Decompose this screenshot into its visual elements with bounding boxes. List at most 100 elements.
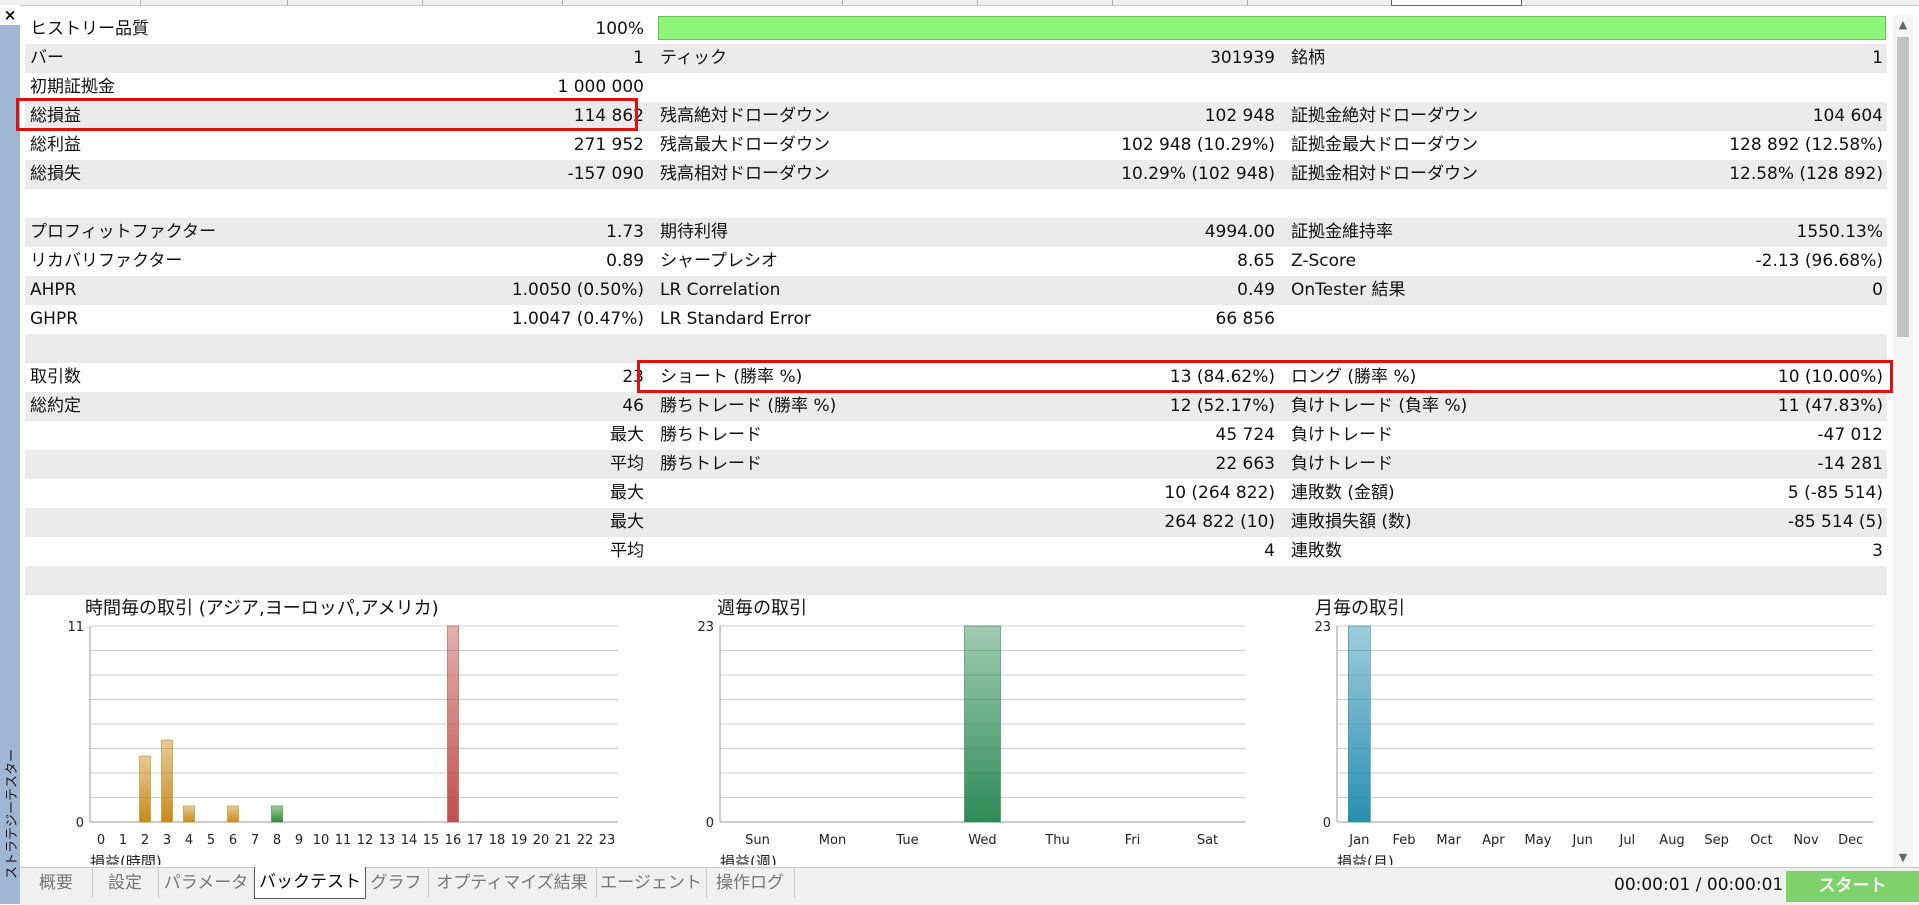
- right-label: 証拠金最大ドローダウン: [1291, 135, 1478, 155]
- x-tick-label: Sat: [1197, 833, 1218, 848]
- right-label: 連敗数: [1291, 541, 1342, 561]
- right-label: 連敗数 (金額): [1291, 483, 1395, 503]
- weekly-trades-chart: 週毎の取引 0 23 Sun Mon Tue Wed Thu Fri Sat 損益(週): [675, 590, 1295, 865]
- tab-backtest[interactable]: バックテスト: [254, 867, 366, 899]
- report-row: 取引数 23 ショート (勝率 %) 13 (84.62%) ロング (勝率 %) 10 …: [25, 363, 1887, 392]
- left-value: 平均: [610, 541, 644, 561]
- right-value: 5 (-85 514): [1787, 483, 1883, 503]
- top-tab-active[interactable]: [1391, 0, 1522, 6]
- left-label: 総利益: [30, 135, 81, 155]
- y-tick-label: 11: [67, 620, 84, 635]
- y-tick-label: 23: [1314, 620, 1331, 635]
- left-value: 1.0047 (0.47%): [511, 309, 644, 329]
- center-label: ショート (勝率 %): [660, 367, 803, 387]
- report-row: GHPR 1.0047 (0.47%) LR Standard Error 66 85…: [25, 305, 1887, 334]
- tab-agents[interactable]: エージェント: [596, 868, 707, 898]
- x-tick-label: Nov: [1793, 833, 1819, 848]
- tab-summary[interactable]: 概要: [20, 868, 93, 898]
- report-row: 総利益 271 952 残高最大ドローダウン 102 948 (10.29%) 証拠金最…: [25, 131, 1887, 160]
- tab-optimization-results[interactable]: オプティマイズ結果: [428, 868, 597, 898]
- x-tick-label: Jan: [1348, 833, 1369, 848]
- left-value: -157 090: [567, 164, 644, 184]
- right-value: 11 (47.83%): [1777, 396, 1883, 416]
- sidebar-title: ストラテジーテスター: [5, 748, 20, 879]
- top-tab[interactable]: [1247, 0, 1392, 5]
- center-value: 102 948 (10.29%): [1121, 135, 1275, 155]
- x-tick-label: 15: [423, 833, 440, 848]
- right-value: 1550.13%: [1796, 222, 1883, 242]
- top-tab[interactable]: [20, 0, 141, 5]
- x-tick-label: 6: [229, 833, 237, 848]
- x-tick-label: 1: [119, 833, 127, 848]
- center-label: 勝ちトレード (勝率 %): [660, 396, 837, 416]
- center-label: LR Correlation: [660, 280, 781, 300]
- center-label: 勝ちトレード: [660, 454, 762, 474]
- right-label: 負けトレード: [1291, 425, 1393, 445]
- tab-graph[interactable]: グラフ: [364, 868, 429, 898]
- right-value: 1: [1872, 48, 1883, 68]
- report-row: [25, 334, 1887, 363]
- report-row: バー 1 ティック 301939 銘柄 1: [25, 44, 1887, 73]
- left-label: 総損益: [30, 106, 81, 126]
- right-value: 12.58% (128 892): [1729, 164, 1883, 184]
- report-row: 最大 10 (264 822) 連敗数 (金額) 5 (-85 514): [25, 479, 1887, 508]
- x-tick-label: 13: [379, 833, 396, 848]
- x-tick-label: Dec: [1838, 833, 1863, 848]
- x-tick-label: Tue: [895, 833, 918, 848]
- x-tick-label: 14: [401, 833, 418, 848]
- x-tick-label: 22: [577, 833, 594, 848]
- center-value: 264 822 (10): [1164, 512, 1275, 532]
- right-value: -2.13 (96.68%): [1755, 251, 1883, 271]
- center-value: 45 724: [1215, 425, 1275, 445]
- bar: [139, 755, 151, 823]
- x-axis-label: 損益(週): [720, 853, 777, 865]
- monthly-trades-chart: 月毎の取引 0 23 Jan Feb Mar Apr May Jun Jul Aug Sep Oct N…: [1275, 590, 1895, 865]
- x-tick-label: 3: [163, 833, 171, 848]
- history-quality-bar: [658, 16, 1886, 40]
- left-label: 取引数: [30, 367, 81, 387]
- hourly-trades-chart: 時間毎の取引 (アジア,ヨーロッパ,アメリカ) 0 11 0 1 2 3 4 5 6 7 8 9 10 1…: [45, 590, 665, 865]
- top-tab[interactable]: [977, 0, 1113, 5]
- close-icon[interactable]: ×: [0, 5, 20, 25]
- top-tab[interactable]: [562, 0, 843, 5]
- backtest-report: ヒストリー品質 100% バー 1 ティック 301939 銘柄 1 初期証拠金 1 000 00…: [25, 15, 1887, 595]
- left-value: 1.0050 (0.50%): [511, 280, 644, 300]
- x-tick-label: May: [1525, 833, 1552, 848]
- tab-settings[interactable]: 設定: [92, 868, 159, 898]
- bar: [1348, 625, 1371, 823]
- x-tick-label: 23: [599, 833, 616, 848]
- x-axis-label: 損益(時間): [90, 853, 162, 865]
- right-label: 負けトレード: [1291, 454, 1393, 474]
- center-label: 残高絶対ドローダウン: [660, 106, 830, 126]
- top-tab[interactable]: [842, 0, 978, 5]
- tab-journal[interactable]: 操作ログ: [706, 868, 795, 898]
- x-tick-label: Sep: [1704, 833, 1729, 848]
- top-tab[interactable]: [140, 0, 288, 5]
- x-tick-label: Aug: [1659, 833, 1684, 848]
- right-label: 証拠金絶対ドローダウン: [1291, 106, 1478, 126]
- top-tab[interactable]: [287, 0, 423, 5]
- x-tick-label: Wed: [968, 833, 996, 848]
- scroll-up-icon[interactable]: ▲: [1893, 15, 1913, 35]
- scroll-thumb[interactable]: [1897, 37, 1909, 337]
- report-row: 平均 勝ちトレード 22 663 負けトレード -14 281: [25, 450, 1887, 479]
- center-value: 10 (264 822): [1164, 483, 1275, 503]
- left-value: 1 000 000: [557, 77, 644, 97]
- y-tick-label: 0: [76, 816, 84, 831]
- vertical-scrollbar[interactable]: ▲ ▼: [1893, 15, 1913, 868]
- bar: [183, 805, 195, 823]
- tab-parameters[interactable]: パラメータ: [158, 868, 255, 898]
- left-value: 1: [633, 48, 644, 68]
- start-button[interactable]: スタート: [1786, 871, 1919, 902]
- top-tab[interactable]: [1112, 0, 1248, 5]
- center-label: ティック: [660, 48, 727, 68]
- right-value: 128 892 (12.58%): [1729, 135, 1883, 155]
- x-tick-label: Jun: [1572, 833, 1593, 848]
- x-tick-label: 18: [489, 833, 506, 848]
- top-tab[interactable]: [422, 0, 563, 5]
- left-label: 総約定: [30, 396, 81, 416]
- bar: [271, 805, 283, 823]
- x-tick-label: 19: [511, 833, 528, 848]
- bar: [964, 625, 1001, 823]
- scroll-down-icon[interactable]: ▼: [1893, 848, 1913, 868]
